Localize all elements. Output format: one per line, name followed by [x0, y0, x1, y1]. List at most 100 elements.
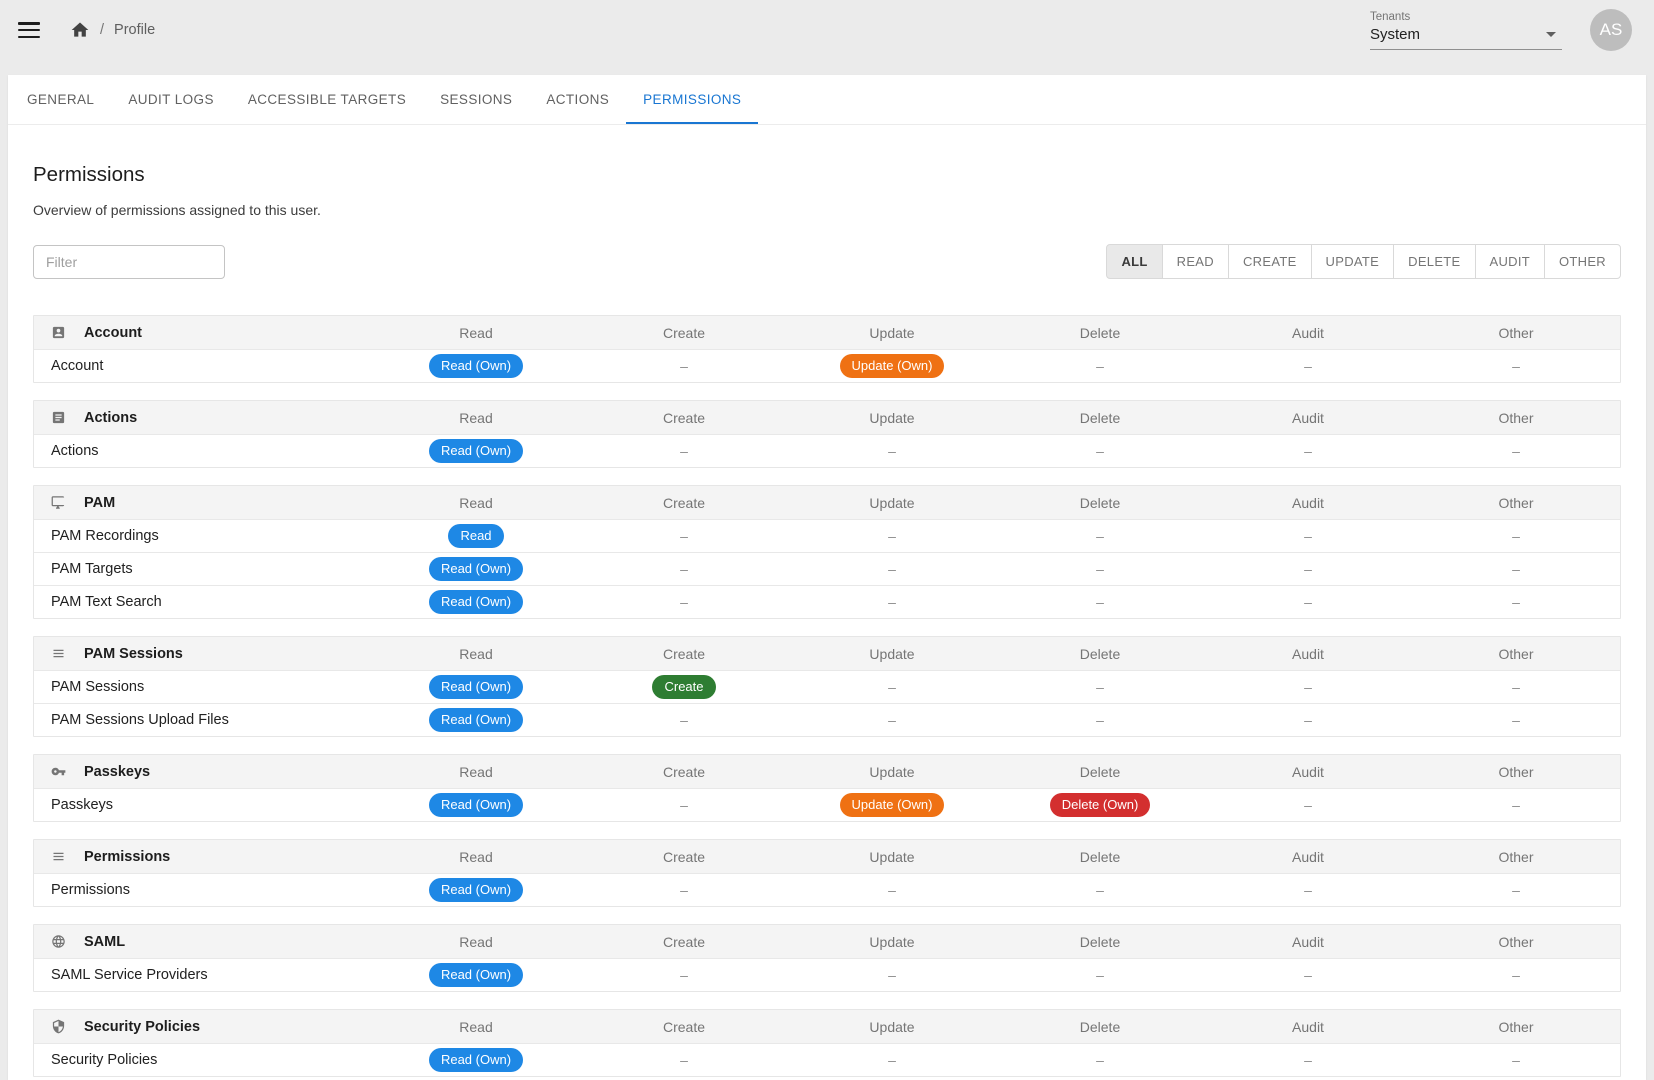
empty-cell: – [996, 358, 1204, 374]
empty-cell: – [1412, 561, 1620, 577]
empty-dash: – [1512, 967, 1520, 983]
column-header-other: Other [1412, 934, 1620, 950]
avatar-initials: AS [1600, 20, 1623, 40]
empty-cell: – [1412, 882, 1620, 898]
filter-button-delete[interactable]: DELETE [1393, 244, 1475, 279]
permission-cell-read: Read (Own) [372, 878, 580, 902]
column-header-delete: Delete [996, 410, 1204, 426]
filter-button-all[interactable]: ALL [1106, 244, 1162, 279]
row-name: Passkeys [34, 797, 372, 813]
breadcrumb: / Profile [70, 20, 155, 40]
section-title-label: Account [84, 325, 142, 341]
permission-section-pam-sessions: PAM SessionsReadCreateUpdateDeleteAuditO… [33, 636, 1621, 737]
column-header-update: Update [788, 849, 996, 865]
empty-dash: – [888, 443, 896, 459]
permission-badge: Read (Own) [429, 878, 523, 902]
permission-badge: Read (Own) [429, 439, 523, 463]
section-header-row: PermissionsReadCreateUpdateDeleteAuditOt… [34, 840, 1620, 873]
section-header-row: PAMReadCreateUpdateDeleteAuditOther [34, 486, 1620, 519]
empty-dash: – [680, 967, 688, 983]
filter-button-read[interactable]: READ [1162, 244, 1229, 279]
column-header-audit: Audit [1204, 646, 1412, 662]
permission-badge: Delete (Own) [1050, 793, 1151, 817]
tab-actions[interactable]: ACTIONS [529, 75, 626, 124]
empty-dash: – [1096, 528, 1104, 544]
menu-icon[interactable] [18, 22, 40, 38]
permission-cell-create: Create [580, 675, 788, 699]
empty-dash: – [1096, 594, 1104, 610]
permission-section-actions: ActionsReadCreateUpdateDeleteAuditOtherA… [33, 400, 1621, 468]
empty-cell: – [788, 967, 996, 983]
column-header-create: Create [580, 325, 788, 341]
empty-dash: – [1512, 561, 1520, 577]
empty-dash: – [1096, 712, 1104, 728]
section-title: Permissions [34, 849, 372, 865]
filter-button-create[interactable]: CREATE [1228, 244, 1312, 279]
permission-badge: Read (Own) [429, 354, 523, 378]
column-header-delete: Delete [996, 934, 1204, 950]
column-header-update: Update [788, 764, 996, 780]
empty-cell: – [1412, 358, 1620, 374]
column-header-update: Update [788, 934, 996, 950]
filter-button-update[interactable]: UPDATE [1311, 244, 1395, 279]
tenant-select[interactable]: Tenants System [1370, 11, 1562, 50]
filter-input[interactable] [33, 245, 225, 279]
permission-cell-read: Read (Own) [372, 793, 580, 817]
tab-audit-logs[interactable]: AUDIT LOGS [111, 75, 231, 124]
permission-section-account: AccountReadCreateUpdateDeleteAuditOtherA… [33, 315, 1621, 383]
empty-cell: – [580, 1052, 788, 1068]
column-header-read: Read [372, 495, 580, 511]
column-header-create: Create [580, 410, 788, 426]
permission-badge: Read (Own) [429, 793, 523, 817]
breadcrumb-current: Profile [114, 22, 155, 38]
empty-cell: – [1204, 561, 1412, 577]
permission-cell-read: Read (Own) [372, 1048, 580, 1072]
section-title: Account [34, 325, 372, 341]
tab-permissions[interactable]: PERMISSIONS [626, 75, 758, 124]
permission-section-pam: PAMReadCreateUpdateDeleteAuditOther PAM R… [33, 485, 1621, 619]
row-name: PAM Recordings [34, 528, 372, 544]
permission-badge: Read (Own) [429, 708, 523, 732]
column-header-audit: Audit [1204, 410, 1412, 426]
column-header-read: Read [372, 934, 580, 950]
permission-badge: Create [652, 675, 715, 699]
table-row: PermissionsRead (Own)––––– [34, 873, 1620, 906]
chevron-down-icon [1546, 32, 1556, 37]
column-header-delete: Delete [996, 325, 1204, 341]
row-name: Account [34, 358, 372, 374]
section-title: PAM Sessions [34, 646, 372, 662]
empty-cell: – [1412, 1052, 1620, 1068]
empty-dash: – [1512, 882, 1520, 898]
empty-dash: – [1512, 528, 1520, 544]
empty-dash: – [1304, 1052, 1312, 1068]
empty-cell: – [1204, 528, 1412, 544]
section-title: SAML [34, 934, 372, 950]
permission-badge: Update (Own) [840, 793, 945, 817]
empty-cell: – [996, 1052, 1204, 1068]
empty-dash: – [888, 528, 896, 544]
table-row: PasskeysRead (Own)–Update (Own)Delete (O… [34, 788, 1620, 821]
table-row: SAML Service ProvidersRead (Own)––––– [34, 958, 1620, 991]
filter-button-other[interactable]: OTHER [1544, 244, 1621, 279]
tab-accessible-targets[interactable]: ACCESSIBLE TARGETS [231, 75, 423, 124]
empty-cell: – [580, 712, 788, 728]
home-icon[interactable] [70, 20, 90, 40]
list-icon [51, 646, 66, 661]
empty-dash: – [888, 594, 896, 610]
list-icon [51, 849, 66, 864]
permission-badge: Read (Own) [429, 557, 523, 581]
avatar[interactable]: AS [1590, 9, 1632, 51]
empty-dash: – [1096, 358, 1104, 374]
main-card: GENERALAUDIT LOGSACCESSIBLE TARGETSSESSI… [8, 75, 1646, 1080]
filter-button-audit[interactable]: AUDIT [1475, 244, 1546, 279]
empty-cell: – [996, 679, 1204, 695]
column-header-read: Read [372, 849, 580, 865]
table-row: PAM TargetsRead (Own)––––– [34, 552, 1620, 585]
monitor-icon [51, 495, 66, 510]
row-name: Permissions [34, 882, 372, 898]
permission-cell-read: Read (Own) [372, 439, 580, 463]
policy-icon [51, 1019, 66, 1034]
column-header-read: Read [372, 646, 580, 662]
tab-general[interactable]: GENERAL [10, 75, 111, 124]
tab-sessions[interactable]: SESSIONS [423, 75, 529, 124]
